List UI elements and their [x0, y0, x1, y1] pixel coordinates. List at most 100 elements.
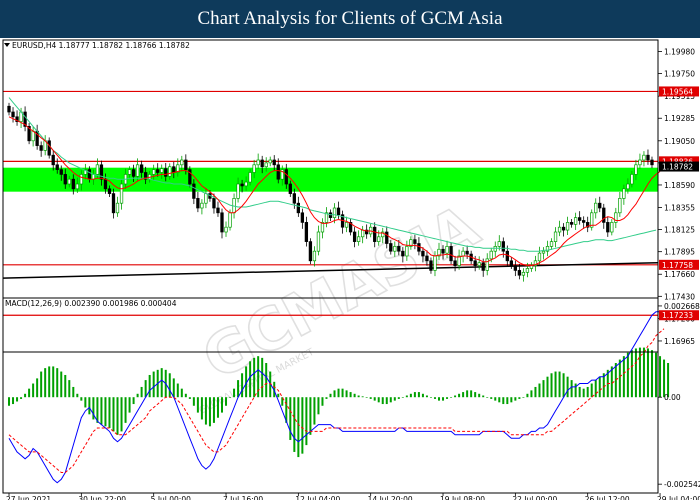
- chart-stage: GCMASIA GLOBAL CAPITAL MARKET 1.19980 1.1…: [0, 38, 700, 504]
- macd-histogram-bar: [514, 397, 517, 401]
- macd-histogram-bar: [208, 397, 211, 427]
- macd-histogram-bar: [377, 397, 380, 403]
- macd-histogram-bar: [172, 378, 175, 398]
- candle-body: [642, 154, 646, 161]
- macd-tick-label: -0.002542: [664, 480, 700, 489]
- macd-histogram-bar: [598, 376, 601, 398]
- macd-histogram-bar: [510, 397, 513, 403]
- macd-histogram-bar: [192, 397, 195, 406]
- candle-body: [107, 188, 112, 194]
- candle-body: [59, 169, 63, 175]
- macd-histogram-bar: [655, 352, 658, 398]
- candle-body: [264, 162, 268, 168]
- macd-histogram-bar: [120, 397, 123, 432]
- macd-histogram-bar: [381, 397, 384, 405]
- macd-histogram-bar: [225, 397, 228, 406]
- candle-body: [445, 246, 449, 254]
- candle-body: [11, 111, 15, 118]
- candle-body: [131, 169, 136, 177]
- macd-histogram-bar: [229, 397, 232, 398]
- candle-body: [393, 246, 397, 252]
- candle-body: [429, 260, 433, 271]
- macd-histogram-bar: [490, 397, 493, 399]
- macd-histogram-bar: [345, 390, 348, 398]
- macd-histogram-bar: [84, 397, 87, 408]
- candle-body: [292, 193, 296, 204]
- time-tick-label: 19 Jul 08:00: [440, 495, 485, 500]
- candle-body: [433, 255, 437, 271]
- price-tick-label: 1.18590: [664, 181, 695, 190]
- macd-histogram-bar: [333, 390, 336, 398]
- macd-histogram-bar: [80, 397, 83, 401]
- candle-body: [268, 159, 272, 164]
- candle-body: [172, 166, 176, 173]
- candle-body: [565, 222, 570, 231]
- time-tick-label: 29 Jul 04:00: [657, 495, 700, 500]
- candle-body: [79, 174, 83, 185]
- macd-histogram-bar: [357, 395, 360, 398]
- candle-body: [67, 178, 71, 185]
- macd-histogram-bar: [542, 380, 545, 398]
- candle-body: [356, 236, 361, 242]
- candle-body: [135, 164, 140, 177]
- macd-histogram-bar: [659, 356, 662, 398]
- macd-histogram-bar: [88, 397, 91, 415]
- macd-histogram-bar: [313, 397, 316, 425]
- macd-histogram-bar: [369, 397, 372, 399]
- macd-histogram-bar: [522, 397, 525, 398]
- candle-body: [497, 241, 501, 247]
- macd-histogram-bar: [494, 397, 497, 401]
- candle-body: [252, 164, 256, 173]
- macd-histogram-bar: [442, 397, 445, 401]
- candle-body: [312, 250, 317, 262]
- candle-body: [39, 145, 43, 151]
- time-tick-label: 30 Jun 22:00: [78, 495, 126, 500]
- macd-histogram-bar: [650, 350, 653, 398]
- candle-body: [525, 268, 530, 273]
- candle-body: [304, 222, 309, 242]
- macd-histogram-bar: [56, 368, 59, 398]
- macd-histogram-bar: [36, 378, 39, 398]
- candle-body: [489, 250, 493, 260]
- candle-body: [449, 246, 453, 262]
- macd-histogram-bar: [253, 357, 256, 398]
- level-label: 1.19564: [662, 87, 693, 96]
- candle-body: [260, 159, 264, 168]
- macd-histogram-bar: [8, 397, 11, 406]
- candle-body: [465, 250, 469, 255]
- macd-histogram-bar: [373, 397, 376, 401]
- candle-body: [453, 260, 457, 266]
- candle-body: [192, 183, 196, 199]
- macd-histogram-bar: [458, 393, 461, 398]
- macd-histogram-bar: [249, 361, 252, 398]
- macd-histogram-bar: [574, 383, 577, 398]
- candle-body: [401, 250, 405, 257]
- macd-histogram-bar: [385, 397, 388, 405]
- macd-histogram-bar: [438, 397, 441, 401]
- macd-histogram-bar: [241, 373, 244, 398]
- candle-body: [650, 159, 654, 166]
- macd-histogram-bar: [160, 368, 163, 398]
- macd-histogram-bar: [429, 397, 432, 398]
- macd-histogram-bar: [594, 380, 597, 398]
- macd-histogram-bar: [450, 397, 453, 398]
- macd-histogram-bar: [237, 380, 240, 398]
- macd-histogram-bar: [566, 376, 569, 398]
- macd-histogram-bar: [365, 397, 368, 398]
- candle-body: [47, 140, 51, 156]
- candle-body: [7, 105, 11, 113]
- macd-histogram-bar: [425, 395, 428, 398]
- macd-histogram-bar: [646, 348, 649, 398]
- level-label: 1.17758: [662, 261, 693, 270]
- macd-histogram-bar: [630, 350, 633, 398]
- candle-body: [75, 183, 79, 190]
- candle-body: [220, 212, 224, 233]
- candle-body: [638, 159, 642, 166]
- page-title: Chart Analysis for Clients of GCM Asia: [0, 0, 700, 38]
- macd-histogram-bar: [622, 356, 625, 398]
- price-tick-label: 1.17660: [664, 270, 695, 279]
- macd-histogram-bar: [196, 397, 199, 413]
- macd-histogram-bar: [409, 393, 412, 398]
- level-label: 1.17233: [662, 311, 693, 320]
- candle-body: [537, 252, 542, 262]
